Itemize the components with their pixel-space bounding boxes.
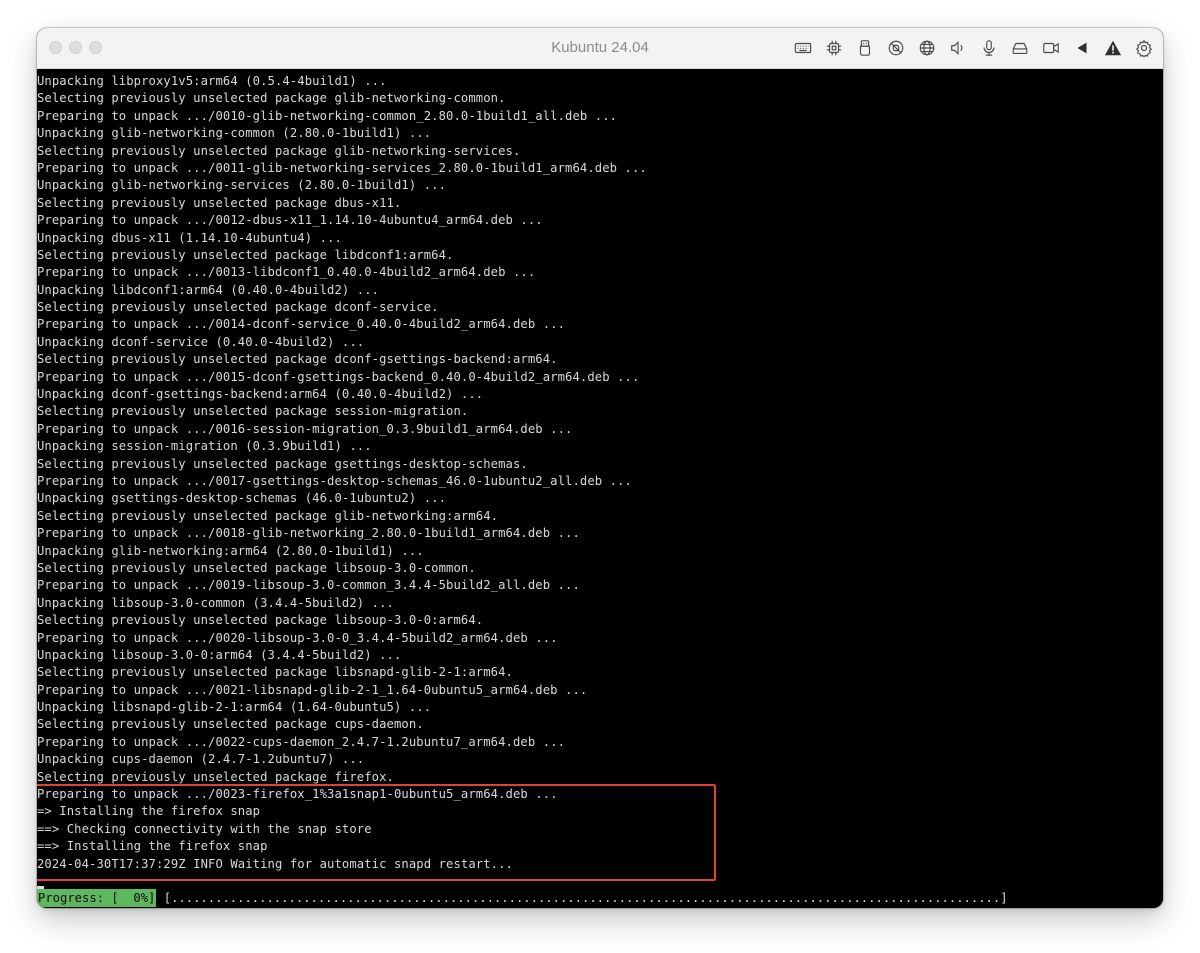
terminal-line: => Installing the firefox snap <box>37 804 261 819</box>
terminal-line: Preparing to unpack .../0019-libsoup-3.0… <box>37 578 580 593</box>
no-camera-icon[interactable] <box>885 37 907 59</box>
zoom-window-button[interactable] <box>89 41 102 54</box>
terminal-line: Selecting previously unselected package … <box>37 91 506 106</box>
settings-icon[interactable] <box>1133 37 1155 59</box>
progress-row: Progress: [ 0%] [.......................… <box>37 889 1008 907</box>
terminal-line: Unpacking glib-networking-common (2.80.0… <box>37 126 432 141</box>
terminal-line: ==> Checking connectivity with the snap … <box>37 821 372 836</box>
terminal-line: Preparing to unpack .../0020-libsoup-3.0… <box>37 630 558 645</box>
terminal-line: Unpacking libsnapd-glib-2-1:arm64 (1.64-… <box>37 700 432 715</box>
terminal-line: Preparing to unpack .../0015-dconf-gsett… <box>37 369 640 384</box>
terminal-line: Unpacking session-migration (0.3.9build1… <box>37 439 372 454</box>
terminal-line: Unpacking dconf-service (0.40.0-4build2)… <box>37 334 365 349</box>
terminal-line: Preparing to unpack .../0023-firefox_1%3… <box>37 787 558 802</box>
terminal-line: Preparing to unpack .../0021-libsnapd-gl… <box>37 682 588 697</box>
terminal-line: Preparing to unpack .../0013-libdconf1_0… <box>37 265 536 280</box>
terminal-line: Selecting previously unselected package … <box>37 456 528 471</box>
terminal-line: Selecting previously unselected package … <box>37 352 558 367</box>
terminal-line: Preparing to unpack .../0018-glib-networ… <box>37 526 580 541</box>
terminal-line: Selecting previously unselected package … <box>37 665 513 680</box>
terminal-line: Preparing to unpack .../0017-gsettings-d… <box>37 473 632 488</box>
terminal-line: Selecting previously unselected package … <box>37 613 484 628</box>
terminal-line: Preparing to unpack .../0014-dconf-servi… <box>37 317 566 332</box>
terminal-line: Preparing to unpack .../0012-dbus-x11_1.… <box>37 213 543 228</box>
terminal-line: Preparing to unpack .../0011-glib-networ… <box>37 160 647 175</box>
network-icon[interactable] <box>916 37 938 59</box>
camera-icon[interactable] <box>1040 37 1062 59</box>
progress-bar: [.......................................… <box>156 891 1008 905</box>
terminal-line: Preparing to unpack .../0010-glib-networ… <box>37 108 618 123</box>
terminal-line: Unpacking gsettings-desktop-schemas (46.… <box>37 491 447 506</box>
terminal-line: Preparing to unpack .../0022-cups-daemon… <box>37 734 566 749</box>
cpu-icon[interactable] <box>823 37 845 59</box>
close-window-button[interactable] <box>49 41 62 54</box>
terminal-line: Selecting previously unselected package … <box>37 300 439 315</box>
vm-window: Kubuntu 24.04 Unpacking libproxy1v5:arm6… <box>37 28 1163 908</box>
terminal-line: Selecting previously unselected package … <box>37 717 424 732</box>
terminal-line: Selecting previously unselected package … <box>37 560 476 575</box>
terminal-line: 2024-04-30T17:37:29Z INFO Waiting for au… <box>37 856 513 871</box>
vm-toolbar <box>783 37 1155 59</box>
terminal-line: Selecting previously unselected package … <box>37 508 499 523</box>
warning-icon[interactable] <box>1102 37 1124 59</box>
speaker-icon[interactable] <box>947 37 969 59</box>
minimize-window-button[interactable] <box>69 41 82 54</box>
terminal-line: Unpacking glib-networking-services (2.80… <box>37 178 447 193</box>
terminal-line: Selecting previously unselected package … <box>37 143 521 158</box>
terminal-line: Unpacking libdconf1:arm64 (0.40.0-4build… <box>37 282 380 297</box>
terminal-line: Unpacking cups-daemon (2.4.7-1.2ubuntu7)… <box>37 752 365 767</box>
terminal-line: Unpacking libsoup-3.0-common (3.4.4-5bui… <box>37 595 394 610</box>
keyboard-icon[interactable] <box>792 37 814 59</box>
terminal-line: Selecting previously unselected package … <box>37 769 394 784</box>
terminal-line: Unpacking libsoup-3.0-0:arm64 (3.4.4-5bu… <box>37 647 402 662</box>
terminal-line: Unpacking glib-networking:arm64 (2.80.0-… <box>37 543 424 558</box>
terminal-screen[interactable]: Unpacking libproxy1v5:arm64 (0.5.4-4buil… <box>37 69 1163 908</box>
terminal-line: Selecting previously unselected package … <box>37 247 454 262</box>
terminal-line: Selecting previously unselected package … <box>37 404 469 419</box>
disk-icon[interactable] <box>1009 37 1031 59</box>
progress-label: Progress: [ 0%] <box>37 889 157 907</box>
terminal-line: Preparing to unpack .../0016-session-mig… <box>37 421 573 436</box>
terminal-line: Unpacking dbus-x11 (1.14.10-4ubuntu4) ..… <box>37 230 342 245</box>
back-icon[interactable] <box>1071 37 1093 59</box>
usb-icon[interactable] <box>854 37 876 59</box>
terminal-output: Unpacking libproxy1v5:arm64 (0.5.4-4buil… <box>37 73 647 873</box>
microphone-icon[interactable] <box>978 37 1000 59</box>
terminal-line: ==> Installing the firefox snap <box>37 839 268 854</box>
terminal-line: Unpacking libproxy1v5:arm64 (0.5.4-4buil… <box>37 74 387 88</box>
terminal-line: Unpacking dconf-gsettings-backend:arm64 … <box>37 387 484 402</box>
title-bar: Kubuntu 24.04 <box>37 28 1163 69</box>
terminal-line: Selecting previously unselected package … <box>37 195 402 210</box>
